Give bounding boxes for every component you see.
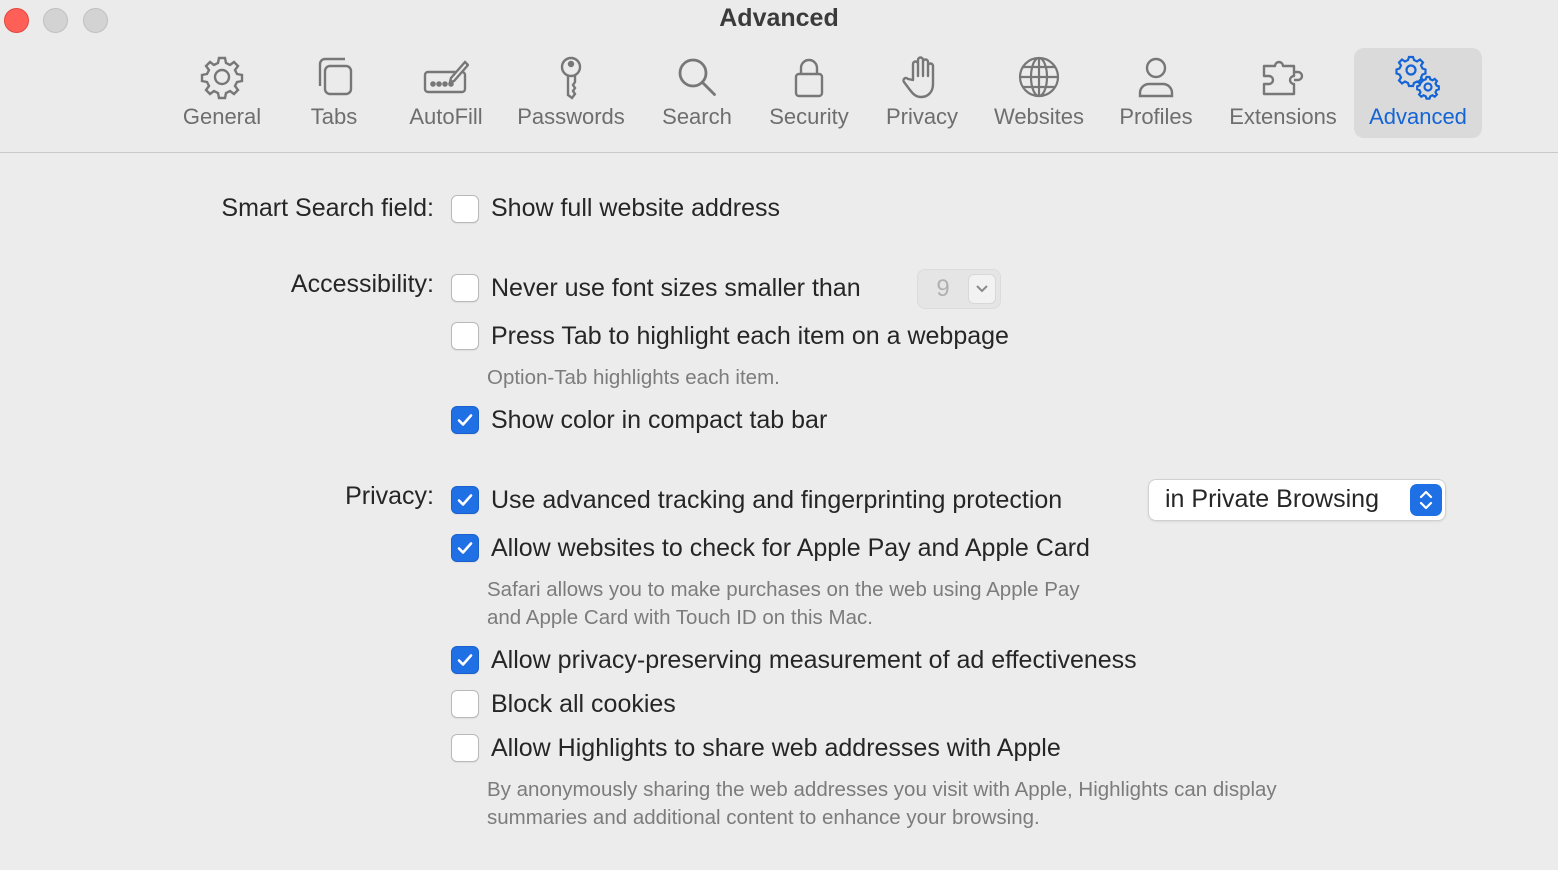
compact-tab-color-label: Show color in compact tab bar [491,406,828,434]
privacy-label: Privacy: [345,482,434,510]
key-icon [547,53,595,101]
checkmark-icon [457,414,473,426]
tab-search[interactable]: Search [654,48,740,138]
safari-settings-window: Advanced General Tabs AutoFill Passwords… [0,0,1558,870]
tab-advanced[interactable]: Advanced [1354,48,1482,138]
smart-search-label: Smart Search field: [221,194,434,222]
globe-icon [1015,53,1063,101]
checkmark-icon [457,654,473,666]
puzzle-icon [1259,53,1307,101]
apple-pay-label: Allow websites to check for Apple Pay an… [491,534,1090,562]
tab-highlight-label: Press Tab to highlight each item on a we… [491,322,1009,350]
apple-pay-note-line2: and Apple Card with Touch ID on this Mac… [487,606,873,629]
highlights-share-label: Allow Highlights to share web addresses … [491,734,1061,762]
tab-extensions-label: Extensions [1229,104,1337,129]
checkmark-icon [457,494,473,506]
accessibility-label: Accessibility: [290,270,434,298]
tab-websites[interactable]: Websites [986,48,1092,138]
magnifier-icon [673,53,721,101]
tabs-icon [310,53,358,101]
title-bar: Advanced General Tabs AutoFill Passwords… [0,0,1558,153]
tab-profiles[interactable]: Profiles [1112,48,1200,138]
min-font-size-select[interactable]: 9 [917,269,1001,309]
autofill-pencil-icon [422,53,470,101]
apple-pay-note-line1: Safari allows you to make purchases on t… [487,578,1080,601]
tab-websites-label: Websites [993,104,1085,129]
checkmark-icon [457,542,473,554]
block-cookies-label: Block all cookies [491,690,676,718]
chevron-down-icon [968,274,996,304]
tab-general-label: General [182,104,262,129]
tab-privacy[interactable]: Privacy [878,48,966,138]
block-cookies-checkbox[interactable] [451,690,479,718]
lock-icon [785,53,833,101]
compact-tab-color-checkbox[interactable] [451,406,479,434]
tab-security[interactable]: Security [760,48,858,138]
ad-measurement-checkbox[interactable] [451,646,479,674]
min-font-size-label: Never use font sizes smaller than [491,274,861,302]
tab-tabs[interactable]: Tabs [294,48,374,138]
apple-pay-checkbox[interactable] [451,534,479,562]
tab-security-label: Security [769,104,849,129]
tab-privacy-label: Privacy [885,104,959,129]
show-full-address-checkbox[interactable] [451,195,479,223]
tab-extensions[interactable]: Extensions [1220,48,1346,138]
min-font-size-checkbox[interactable] [451,274,479,302]
tab-passwords-label: Passwords [517,104,625,129]
up-down-chevron-icon [1410,484,1442,516]
tracking-protection-mode-select[interactable]: in Private Browsing [1148,479,1446,521]
tab-general[interactable]: General [174,48,270,138]
person-icon [1132,53,1180,101]
tab-profiles-label: Profiles [1119,104,1193,129]
tracking-protection-mode-value: in Private Browsing [1165,485,1379,513]
highlights-note-line2: summaries and additional content to enha… [487,806,1040,829]
tracking-protection-label: Use advanced tracking and fingerprinting… [491,486,1063,514]
tab-autofill[interactable]: AutoFill [400,48,492,138]
tab-tabs-label: Tabs [310,104,358,129]
min-font-size-value: 9 [936,275,950,302]
tracking-protection-checkbox[interactable] [451,486,479,514]
gears-icon [1394,53,1442,101]
tab-highlight-checkbox[interactable] [451,322,479,350]
tab-advanced-label: Advanced [1369,104,1467,129]
show-full-address-label: Show full website address [491,194,781,222]
tab-search-label: Search [662,104,732,129]
highlights-share-checkbox[interactable] [451,734,479,762]
hand-icon [898,53,946,101]
ad-measurement-label: Allow privacy-preserving measurement of … [491,646,1137,674]
highlights-note-line1: By anonymously sharing the web addresses… [487,778,1277,801]
tab-passwords[interactable]: Passwords [510,48,632,138]
gear-icon [198,53,246,101]
tab-autofill-label: AutoFill [409,104,483,129]
window-title: Advanced [719,4,839,32]
tab-highlight-note: Option-Tab highlights each item. [487,366,780,389]
